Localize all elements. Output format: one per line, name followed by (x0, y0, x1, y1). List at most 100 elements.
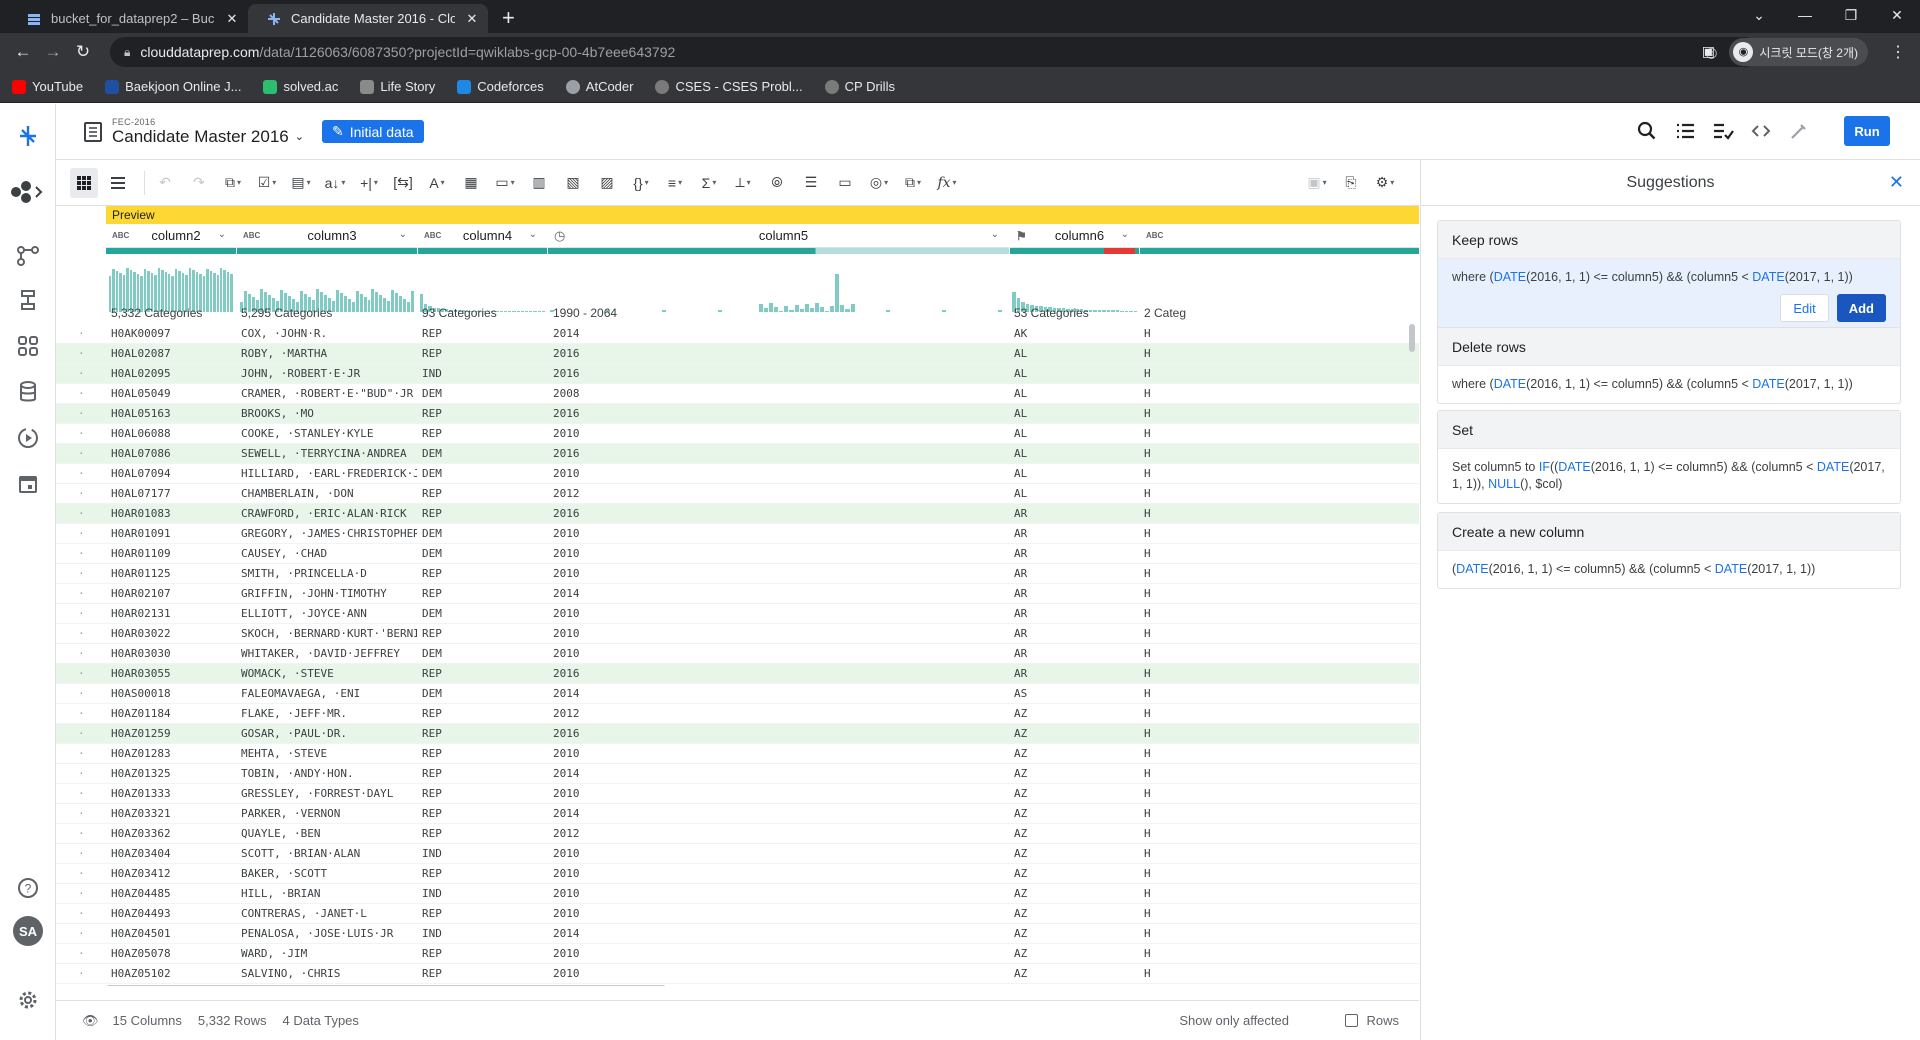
table-cell[interactable]: PARKER, ·VERNON (241, 804, 417, 824)
table-cell[interactable]: COOKE, ·STANLEY·KYLE (241, 424, 417, 444)
table-cell[interactable]: H (1144, 524, 1204, 544)
clock-icon[interactable]: ◷ (554, 228, 582, 244)
table-cell[interactable]: H0AR03055 (111, 664, 235, 684)
table-cell[interactable]: H0AL07094 (111, 464, 235, 484)
table-row[interactable]: · H0AZ05078 WARD, ·JIM REP 2010 AZ H (56, 944, 1419, 964)
bookmark-atcoder[interactable]: AtCoder (565, 79, 633, 94)
table-cell[interactable]: CAUSEY, ·CHAD (241, 544, 417, 564)
table-row[interactable]: · H0AZ04493 CONTRERAS, ·JANET·L REP 2010 AZ H (56, 904, 1419, 924)
histogram-bar[interactable] (379, 295, 383, 312)
quality-bar-column2[interactable] (106, 248, 236, 254)
table-cell[interactable]: H0AR02107 (111, 584, 235, 604)
table-cell[interactable]: REP (422, 504, 546, 524)
table-cell[interactable]: AZ (1014, 724, 1138, 744)
histogram-bar[interactable] (1106, 310, 1110, 312)
histogram-bar[interactable] (525, 311, 529, 312)
selection-icon[interactable]: ▣ ▾ (1303, 168, 1331, 198)
filter-rows-icon[interactable]: ☑ ▾ (253, 168, 281, 198)
table-cell[interactable]: 2010 (553, 944, 1008, 964)
table-row[interactable]: · H0AL05049 CRAMER, ·ROBERT·E·"BUD"·JR DEM 2… (56, 384, 1419, 404)
table-cell[interactable]: H0AZ04485 (111, 884, 235, 904)
table-cell[interactable]: H0AL06088 (111, 424, 235, 444)
column-list-icon[interactable] (1674, 120, 1696, 142)
table-cell[interactable]: REP (422, 964, 546, 984)
bookmark-cses[interactable]: CSES - CSES Probl... (655, 79, 803, 94)
dataset-title[interactable]: Candidate Master 2016 ⌄ (112, 127, 304, 147)
table-cell[interactable]: FLAKE, ·JEFF·MR. (241, 704, 417, 724)
histogram-bar[interactable] (835, 274, 840, 312)
table-cell[interactable]: REP (422, 704, 546, 724)
table-cell[interactable]: 2010 (553, 464, 1008, 484)
table-cell[interactable]: H0AZ01259 (111, 724, 235, 744)
table-cell[interactable]: H0AZ01184 (111, 704, 235, 724)
table-cell[interactable]: CRAMER, ·ROBERT·E·"BUD"·JR (241, 384, 417, 404)
table-cell[interactable]: 2012 (553, 704, 1008, 724)
table-cell[interactable]: REP (422, 344, 546, 364)
table-cell[interactable]: DEM (422, 604, 546, 624)
code-icon[interactable] (1750, 120, 1772, 142)
vertical-scrollbar[interactable] (1409, 324, 1415, 352)
table-row[interactable]: · H0AZ01283 MEHTA, ·STEVE REP 2010 AZ H (56, 744, 1419, 764)
dataset-title-block[interactable]: FEC-2016 Candidate Master 2016 ⌄ (112, 117, 304, 147)
histogram-bar[interactable] (339, 293, 343, 312)
table-cell[interactable]: H0AZ03321 (111, 804, 235, 824)
table-cell[interactable]: 2010 (553, 844, 1008, 864)
column-header-column7[interactable]: ABC (1140, 224, 1419, 248)
quality-bar-column3[interactable] (237, 248, 417, 254)
table-row[interactable]: · H0AR01091 GREGORY, ·JAMES·CHRISTOPHER DEM… (56, 524, 1419, 544)
chevron-down-icon[interactable]: ⌄ (529, 229, 537, 240)
table-cell[interactable]: WARD, ·JIM (241, 944, 417, 964)
chevron-down-icon[interactable]: ⌄ (1121, 229, 1129, 240)
nest-icon[interactable]: ⟂ ▾ (729, 168, 757, 198)
bookmark-codeforces[interactable]: Codeforces (457, 79, 544, 94)
change-type-icon[interactable]: ⧉ ▾ (219, 168, 247, 198)
table-cell[interactable]: 2012 (553, 824, 1008, 844)
histogram-bar[interactable] (411, 291, 415, 312)
table-cell[interactable]: 2010 (553, 904, 1008, 924)
table-cell[interactable]: QUAYLE, ·BEN (241, 824, 417, 844)
table-cell[interactable]: H0AZ03412 (111, 864, 235, 884)
histogram-bar[interactable] (825, 311, 830, 312)
histogram-bar[interactable] (347, 299, 351, 312)
table-cell[interactable]: H (1144, 584, 1204, 604)
table-cell[interactable]: 2010 (553, 784, 1008, 804)
table-cell[interactable]: H (1144, 804, 1204, 824)
table-cell[interactable]: PENALOSA, ·JOSE·LUIS·JR (241, 924, 417, 944)
structure-braces-icon[interactable]: {} ▾ (627, 168, 655, 198)
table-row[interactable]: · H0AZ03362 QUAYLE, ·BEN REP 2012 AZ H (56, 824, 1419, 844)
table-cell[interactable]: HILLIARD, ·EARL·FREDERICK·JR (241, 464, 417, 484)
table-cell[interactable]: AL (1014, 384, 1138, 404)
table-cell[interactable]: AL (1014, 444, 1138, 464)
suggestion-new-column[interactable]: Create a new column (DATE(2016, 1, 1) <=… (1437, 512, 1901, 589)
column-header-column3[interactable]: ABC column3 ⌄ (237, 224, 417, 248)
table-cell[interactable]: CONTRERAS, ·JANET·L (241, 904, 417, 924)
table-cell[interactable]: AK (1014, 324, 1138, 344)
format-text-icon[interactable]: A ▾ (423, 168, 451, 198)
forward-icon[interactable]: → (38, 42, 68, 62)
table-cell[interactable]: TOBIN, ·ANDY·HON. (241, 764, 417, 784)
histogram-bar[interactable] (886, 310, 891, 312)
histogram-bar[interactable] (529, 311, 533, 312)
table-cell[interactable]: DEM (422, 464, 546, 484)
split-column-icon[interactable]: ▤ ▾ (287, 168, 315, 198)
table-cell[interactable]: GREGORY, ·JAMES·CHRISTOPHER (241, 524, 417, 544)
group-by-icon[interactable]: ▥ (525, 168, 553, 198)
table-row[interactable]: · H0AS00018 FALEOMAVAEGA, ·ENI DEM 2014 AS H (56, 684, 1419, 704)
table-cell[interactable]: H (1144, 884, 1204, 904)
histogram-bar[interactable] (395, 293, 399, 312)
table-cell[interactable]: REP (422, 624, 546, 644)
table-cell[interactable]: DEM (422, 684, 546, 704)
table-cell[interactable]: H (1144, 744, 1204, 764)
eye-icon[interactable]: 👁︎ (82, 1013, 99, 1029)
quality-bar-column5[interactable] (548, 248, 1009, 254)
table-cell[interactable]: AR (1014, 564, 1138, 584)
close-tab-icon[interactable]: ✕ (224, 11, 240, 27)
histogram-bar[interactable] (769, 303, 774, 312)
table-cell[interactable]: REP (422, 484, 546, 504)
table-row[interactable]: · H0AZ01184 FLAKE, ·JEFF·MR. REP 2012 AZ H (56, 704, 1419, 724)
add-column-icon[interactable]: +| ▾ (355, 168, 383, 198)
histogram-bar[interactable] (375, 292, 379, 312)
table-cell[interactable]: H (1144, 424, 1204, 444)
table-cell[interactable]: H (1144, 464, 1204, 484)
table-cell[interactable]: ELLIOTT, ·JOYCE·ANN (241, 604, 417, 624)
